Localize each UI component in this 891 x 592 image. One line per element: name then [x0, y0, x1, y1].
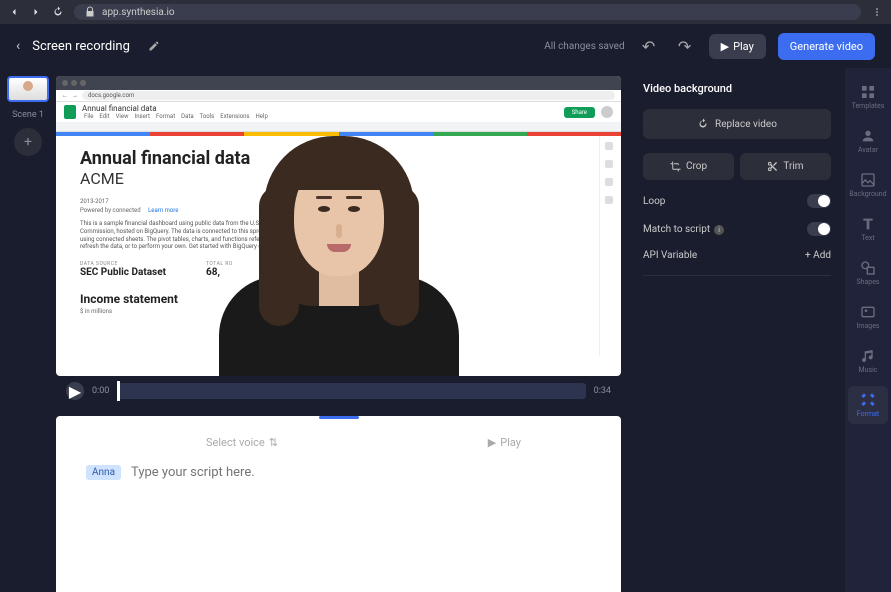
- share-button: Share: [564, 107, 595, 118]
- match-script-row: Match to scripti: [643, 222, 831, 236]
- reload-icon[interactable]: [52, 3, 64, 22]
- canvas-area: ←→ docs.google.com Annual financial data…: [56, 68, 629, 592]
- loop-row: Loop: [643, 194, 831, 208]
- playback-time-start: 0:00: [92, 386, 109, 396]
- recorded-url-row: ←→ docs.google.com: [56, 90, 621, 102]
- background-icon: [860, 172, 876, 188]
- crop-button[interactable]: Crop: [643, 153, 734, 180]
- playback-time-end: 0:34: [594, 386, 611, 396]
- rail-background[interactable]: Background: [848, 166, 888, 204]
- avatar-icon: [860, 128, 876, 144]
- playback-play-button[interactable]: ▶: [66, 382, 84, 400]
- app-header: ‹ Screen recording All changes saved ↶ ↷…: [0, 24, 891, 68]
- back-button[interactable]: ‹: [16, 38, 20, 54]
- scenes-panel: Scene 1 +: [0, 68, 56, 592]
- page-title: Screen recording: [32, 39, 130, 54]
- replace-video-button[interactable]: Replace video: [643, 109, 831, 139]
- video-canvas[interactable]: ←→ docs.google.com Annual financial data…: [56, 76, 621, 376]
- trim-button[interactable]: Trim: [740, 153, 831, 180]
- music-icon: [860, 348, 876, 364]
- tab-indicator: [319, 416, 359, 419]
- forward-icon[interactable]: [30, 3, 42, 22]
- script-speaker-chip[interactable]: Anna: [86, 465, 121, 480]
- loop-toggle[interactable]: [807, 194, 831, 208]
- rail-shapes[interactable]: Shapes: [848, 254, 888, 292]
- edit-title-icon[interactable]: [142, 34, 166, 58]
- back-icon[interactable]: [8, 3, 20, 22]
- scene-label: Scene 1: [12, 110, 44, 120]
- script-panel: Select voice ⇅ ▶ Play Anna: [56, 416, 621, 592]
- images-icon: [860, 304, 876, 320]
- rail-templates[interactable]: Templates: [848, 78, 888, 116]
- user-avatar: [601, 106, 613, 118]
- play-icon: ▶: [488, 436, 496, 449]
- script-input[interactable]: [131, 465, 591, 480]
- lock-icon: [84, 6, 96, 18]
- match-script-toggle[interactable]: [807, 222, 831, 236]
- undo-icon[interactable]: ↶: [637, 34, 661, 58]
- more-icon[interactable]: [871, 3, 883, 22]
- rail-format[interactable]: Format: [848, 386, 888, 424]
- rail-music[interactable]: Music: [848, 342, 888, 380]
- save-status: All changes saved: [544, 41, 624, 52]
- url-bar[interactable]: app.synthesia.io: [74, 4, 861, 20]
- playback-track[interactable]: [117, 383, 585, 399]
- browser-chrome: app.synthesia.io: [0, 0, 891, 24]
- play-button[interactable]: ▶ Play: [709, 34, 766, 59]
- api-variable-row: API Variable + Add: [643, 250, 831, 261]
- avatar-presenter[interactable]: [209, 116, 469, 376]
- script-play-button[interactable]: ▶ Play: [488, 436, 521, 449]
- properties-title: Video background: [643, 82, 831, 95]
- divider: [643, 275, 831, 276]
- crop-icon: [670, 161, 681, 172]
- info-icon[interactable]: i: [714, 225, 724, 235]
- templates-icon: [860, 84, 876, 100]
- right-rail: Templates Avatar Background Text Shapes …: [845, 68, 891, 592]
- play-icon: ▶: [721, 40, 729, 53]
- chevron-updown-icon: ⇅: [269, 436, 278, 449]
- sheets-icon: [64, 105, 76, 119]
- properties-panel: Video background Replace video Crop Trim…: [629, 68, 845, 592]
- url-text: app.synthesia.io: [102, 7, 175, 18]
- rail-text[interactable]: Text: [848, 210, 888, 248]
- playback-handle[interactable]: [117, 381, 120, 401]
- format-icon: [860, 392, 876, 408]
- redo-icon[interactable]: ↷: [673, 34, 697, 58]
- scene-thumbnail[interactable]: [7, 76, 49, 102]
- playback-bar: ▶ 0:00 0:34: [56, 376, 621, 406]
- generate-video-button[interactable]: Generate video: [778, 33, 875, 60]
- shapes-icon: [860, 260, 876, 276]
- scissors-icon: [767, 161, 778, 172]
- rail-avatar[interactable]: Avatar: [848, 122, 888, 160]
- add-api-variable-button[interactable]: + Add: [805, 250, 831, 261]
- add-scene-button[interactable]: +: [14, 128, 42, 156]
- text-icon: [860, 216, 876, 232]
- select-voice-dropdown[interactable]: Select voice ⇅: [206, 436, 278, 449]
- recorded-window-chrome: [56, 76, 621, 90]
- rail-images[interactable]: Images: [848, 298, 888, 336]
- replace-icon: [697, 118, 709, 130]
